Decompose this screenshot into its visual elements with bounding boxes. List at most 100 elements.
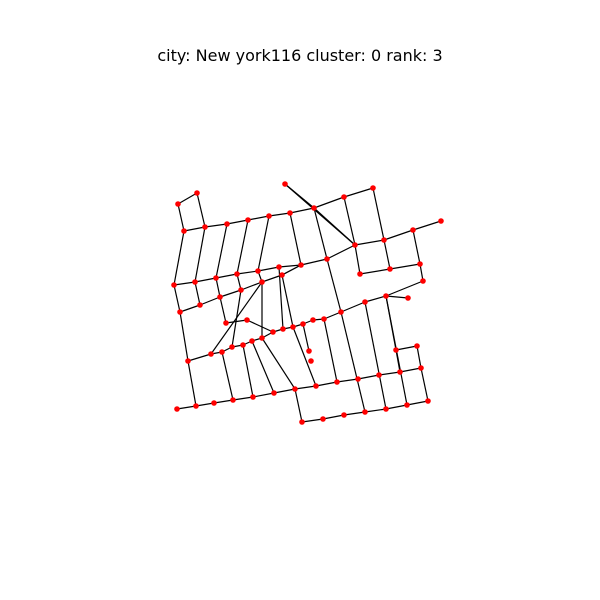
graph-edge [300, 258, 328, 266]
graph-edge [221, 351, 234, 401]
graph-node [271, 390, 277, 396]
graph-node [414, 343, 420, 349]
graph-node [270, 329, 276, 335]
graph-node [229, 344, 235, 350]
graph-node [298, 262, 304, 268]
graph-node [174, 406, 180, 412]
graph-node [219, 349, 225, 355]
graph-node [311, 205, 317, 211]
graph-edge [340, 311, 366, 413]
graph-edge [389, 263, 421, 270]
graph-node [224, 221, 230, 227]
graph-edge [281, 274, 294, 328]
graph-node [223, 320, 229, 326]
graph-node [193, 403, 199, 409]
graph-node [230, 397, 236, 403]
graph-node [362, 299, 368, 305]
graph-edge [326, 258, 342, 313]
graph-node [417, 261, 423, 267]
graph-edge [199, 296, 221, 306]
graph-node [211, 400, 217, 406]
graph-node [244, 317, 250, 323]
graph-node [213, 275, 219, 281]
graph-node [362, 409, 368, 415]
graph-edge [289, 212, 302, 266]
graph-edge [313, 207, 356, 246]
graph-node [404, 402, 410, 408]
graph-node [234, 271, 240, 277]
graph-edge [364, 301, 387, 410]
graph-node [245, 217, 251, 223]
graph-edge [242, 344, 254, 398]
graph-node [217, 294, 223, 300]
graph-edge [247, 215, 270, 221]
graph-node [279, 272, 285, 278]
graph-edge [215, 277, 221, 298]
graph-edge [315, 381, 338, 387]
graph-node [383, 293, 389, 299]
graph-edge [289, 207, 315, 214]
graph-edge [226, 219, 249, 225]
graph-edge [343, 187, 374, 198]
graph-edge [215, 273, 238, 279]
graph-edge [364, 295, 387, 303]
graph-edge [420, 367, 429, 402]
graph-edge [326, 244, 356, 260]
graph-edge [173, 281, 196, 286]
graph-edge [406, 400, 429, 406]
graph-node [310, 317, 316, 323]
graph-node [240, 342, 246, 348]
graph-node [181, 228, 187, 234]
graph-node [308, 358, 314, 364]
graph-node [425, 398, 431, 404]
graph-node [338, 309, 344, 315]
graph-edge [179, 311, 189, 362]
graph-edge [302, 323, 310, 352]
graph-edge [359, 268, 391, 275]
graph-edge [196, 192, 206, 228]
graph-node [192, 279, 198, 285]
graph-edge [219, 289, 242, 298]
graph-edge [273, 388, 296, 394]
nodes-layer [171, 181, 444, 425]
graph-node [324, 256, 330, 262]
graph-edge [343, 196, 356, 246]
graph-node [313, 383, 319, 389]
graph-edge [378, 371, 401, 376]
graph-node [177, 309, 183, 315]
graph-node [341, 412, 347, 418]
graph-node [381, 237, 387, 243]
graph-node [410, 227, 416, 233]
graph-node [259, 335, 265, 341]
graph-edge [395, 345, 418, 351]
graph-node [320, 416, 326, 422]
graph-edge [173, 230, 185, 286]
graph-edge [357, 374, 380, 380]
graph-edge [343, 411, 366, 416]
graph-node [397, 369, 403, 375]
graph-node [185, 358, 191, 364]
graph-node [208, 351, 214, 357]
graph-node [352, 242, 358, 248]
graph-node [249, 338, 255, 344]
graph-edge [204, 223, 228, 228]
graph-edge [219, 296, 227, 324]
graph-edge [187, 360, 197, 407]
graph-node [276, 264, 282, 270]
graph-edge [301, 418, 324, 423]
graph-edge [257, 266, 280, 272]
graph-edge [257, 215, 270, 272]
graph-node [383, 406, 389, 412]
graph-edge [416, 345, 422, 369]
graph-edge [322, 414, 345, 420]
graph-node [259, 279, 265, 285]
graph-node [420, 278, 426, 284]
graph-node [393, 347, 399, 353]
graph-edge [236, 219, 249, 275]
graph-edge [412, 220, 442, 231]
graph-edge [383, 229, 414, 241]
graph-node [250, 394, 256, 400]
graph-node [238, 287, 244, 293]
graph-edge [252, 392, 275, 398]
graph-edge [194, 277, 217, 283]
